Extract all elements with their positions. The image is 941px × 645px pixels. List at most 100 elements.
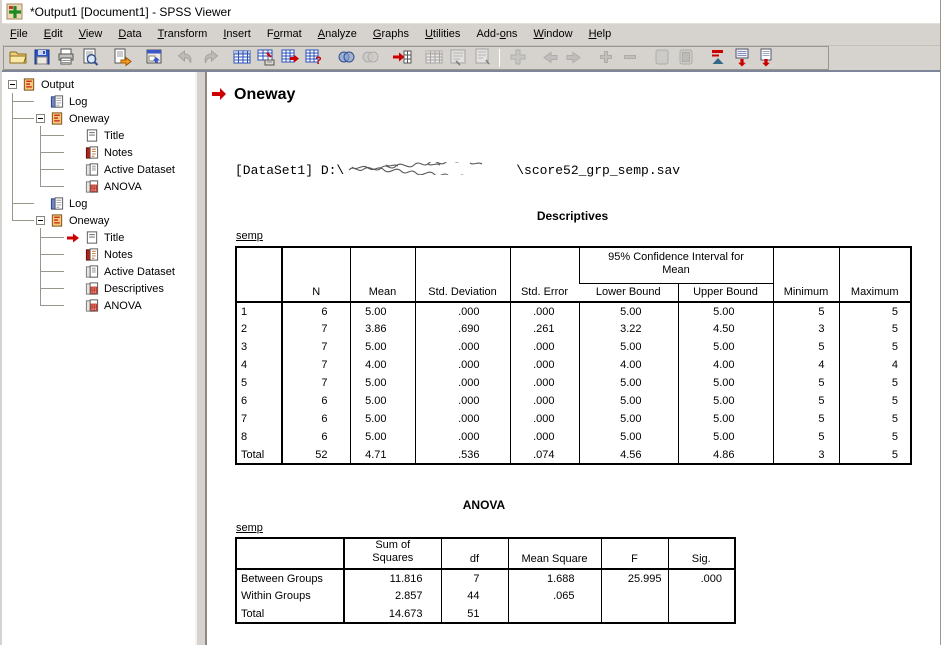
export-icon xyxy=(112,47,132,70)
tree-item-label: ANOVA xyxy=(104,181,142,193)
menu-item-analyze[interactable]: Analyze xyxy=(310,25,365,44)
descriptives-table[interactable]: NMeanStd. DeviationStd. Error95% Confide… xyxy=(235,246,912,465)
menu-item-file[interactable]: File xyxy=(2,25,36,44)
tree-item-label: Oneway xyxy=(69,113,109,125)
toolbar-gap xyxy=(166,58,174,59)
collapse-button[interactable] xyxy=(618,48,642,69)
show-button[interactable] xyxy=(650,48,674,69)
procedure-icon xyxy=(21,77,37,92)
tree-expander[interactable] xyxy=(36,114,45,123)
anova-caption: semp xyxy=(236,522,263,534)
tree-item-title[interactable]: Title xyxy=(2,229,195,246)
svg-text:?: ? xyxy=(315,55,322,67)
pane-splitter[interactable] xyxy=(195,72,207,645)
recall-dialogs-button[interactable] xyxy=(142,48,166,69)
demote-icon xyxy=(564,47,584,70)
spss-viewer-window: *Output1 [Document1] - SPSS Viewer FileE… xyxy=(0,0,941,645)
save-button[interactable] xyxy=(30,48,54,69)
toolbar-gap xyxy=(586,58,594,59)
tree-connector-line xyxy=(12,203,34,204)
tree-item-notes[interactable]: Notes xyxy=(2,246,195,263)
insert-object-button[interactable] xyxy=(506,48,530,69)
goto-case-button[interactable] xyxy=(254,48,278,69)
designated-viewer-button[interactable] xyxy=(422,48,446,69)
dataset-icon xyxy=(84,162,100,177)
toolbar-gap xyxy=(102,58,110,59)
select-last-output-button[interactable] xyxy=(390,48,414,69)
menu-item-window[interactable]: Window xyxy=(525,25,580,44)
toolbar-gap xyxy=(698,58,706,59)
menu-item-transform[interactable]: Transform xyxy=(150,25,216,44)
toolbar-gap xyxy=(382,58,390,59)
hide-button[interactable] xyxy=(674,48,698,69)
log-icon xyxy=(49,94,65,109)
menu-item-data[interactable]: Data xyxy=(110,25,149,44)
menu-item-insert[interactable]: Insert xyxy=(215,25,259,44)
move-up-button[interactable] xyxy=(706,48,730,69)
tree-item-title[interactable]: Title xyxy=(2,127,195,144)
anova-table[interactable]: Sum of SquaresdfMean SquareFSig.Between … xyxy=(235,537,736,624)
table-icon xyxy=(84,298,100,313)
use-sets-button[interactable] xyxy=(358,48,382,69)
tree-connector-line xyxy=(40,237,64,238)
menu-item-help[interactable]: Help xyxy=(581,25,620,44)
variable-info-button[interactable]: ? xyxy=(302,48,326,69)
goto-data-button[interactable] xyxy=(230,48,254,69)
promote-button[interactable] xyxy=(538,48,562,69)
undo-button[interactable] xyxy=(174,48,198,69)
tree-expander[interactable] xyxy=(36,216,45,225)
toolbar-gap xyxy=(326,58,334,59)
tree-item-anova[interactable]: ANOVA xyxy=(2,178,195,195)
move-up-icon xyxy=(708,47,728,70)
dataset-icon xyxy=(84,264,100,279)
redo-button[interactable] xyxy=(198,48,222,69)
menu-item-utilities[interactable]: Utilities xyxy=(417,25,468,44)
menu-item-view[interactable]: View xyxy=(71,25,111,44)
procedure-icon xyxy=(49,111,65,126)
menu-item-edit[interactable]: Edit xyxy=(36,25,71,44)
notes-icon xyxy=(84,145,100,160)
insert-heading-gray-button[interactable] xyxy=(446,48,470,69)
menu-item-graphs[interactable]: Graphs xyxy=(365,25,417,44)
demote-button[interactable] xyxy=(562,48,586,69)
dataset-line[interactable]: [DataSet1] D:\\score52_grp_semp.sav xyxy=(235,162,680,179)
expand-icon xyxy=(596,47,616,70)
variables-button[interactable] xyxy=(278,48,302,69)
page-break-button[interactable] xyxy=(754,48,778,69)
print-preview-button[interactable] xyxy=(78,48,102,69)
descriptives-caption: semp xyxy=(236,230,263,242)
insert-heading-gray-icon xyxy=(448,47,468,70)
menu-item-format[interactable]: Format xyxy=(259,25,310,44)
tree-item-label: Active Dataset xyxy=(104,164,175,176)
tree-item-label: Notes xyxy=(104,249,133,261)
hide-icon xyxy=(676,47,696,70)
tree-item-active-dataset[interactable]: Active Dataset xyxy=(2,263,195,280)
tree-item-anova[interactable]: ANOVA xyxy=(2,297,195,314)
use-sets-icon xyxy=(360,47,380,70)
find-button[interactable] xyxy=(334,48,358,69)
output-heading[interactable]: Oneway xyxy=(234,86,295,104)
export-button[interactable] xyxy=(110,48,134,69)
tree-item-notes[interactable]: Notes xyxy=(2,144,195,161)
output-content: Oneway [DataSet1] D:\\score52_grp_semp.s… xyxy=(207,72,940,645)
tree-item-active-dataset[interactable]: Active Dataset xyxy=(2,161,195,178)
menu-item-add-ons[interactable]: Add-ons xyxy=(468,25,525,44)
insert-title-gray-button[interactable] xyxy=(470,48,494,69)
move-down-button[interactable] xyxy=(730,48,754,69)
open-button[interactable] xyxy=(6,48,30,69)
heading-marker-arrow-icon xyxy=(211,87,227,106)
tree-item-label: Title xyxy=(104,130,124,142)
tree-item-label: Active Dataset xyxy=(104,266,175,278)
tree-item-label: ANOVA xyxy=(104,300,142,312)
save-icon xyxy=(32,47,52,70)
print-button[interactable] xyxy=(54,48,78,69)
toolbar-gap xyxy=(530,58,538,59)
variable-info-icon: ? xyxy=(304,47,324,70)
tree-expander[interactable] xyxy=(8,80,17,89)
tree-item-label: Output xyxy=(41,79,74,91)
tree-connector-line xyxy=(40,254,64,255)
expand-button[interactable] xyxy=(594,48,618,69)
tree-item-descriptives[interactable]: Descriptives xyxy=(2,280,195,297)
tree-item-output[interactable]: Output xyxy=(2,76,195,93)
procedure-icon xyxy=(49,213,65,228)
